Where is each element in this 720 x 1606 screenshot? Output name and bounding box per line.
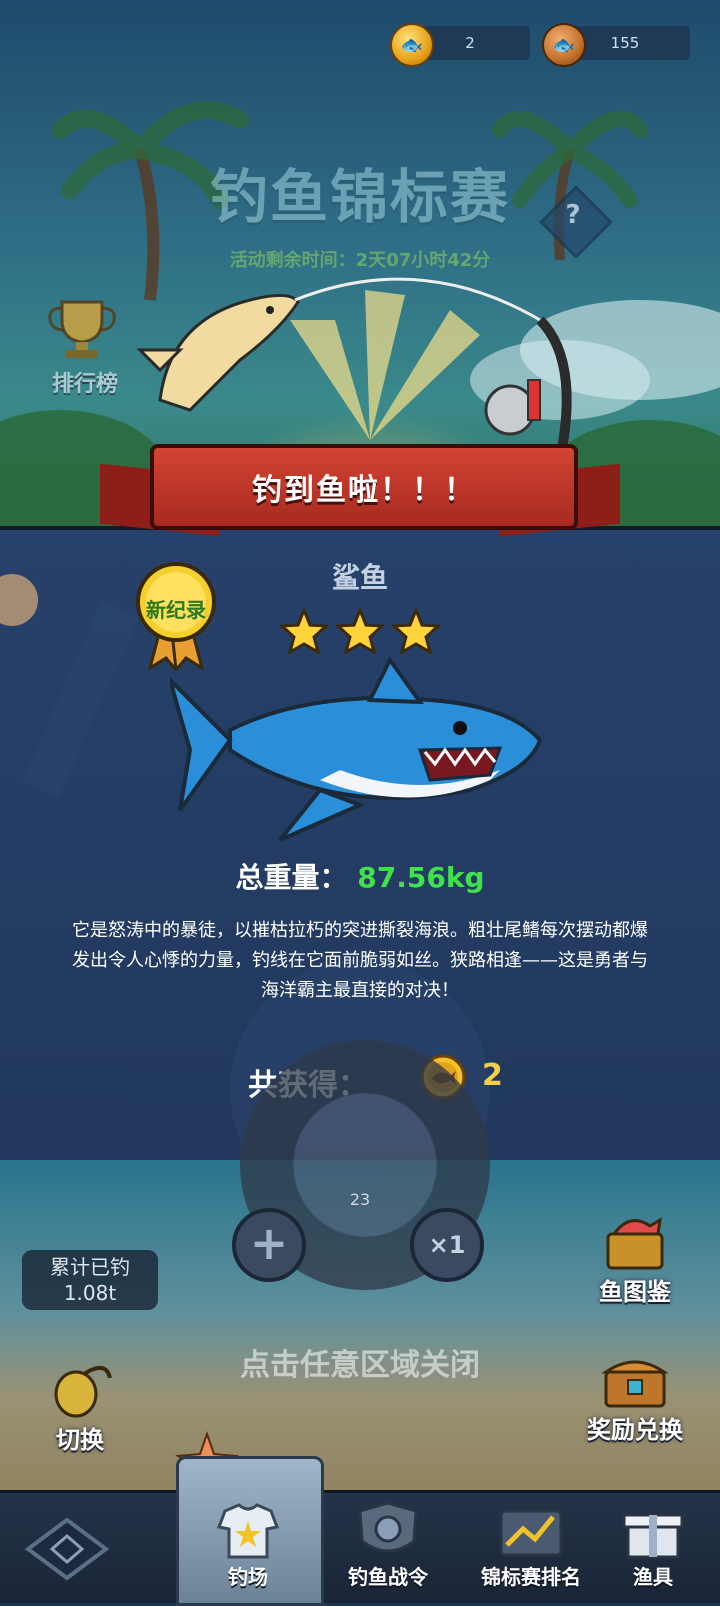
tab-gear[interactable]: 渔具	[586, 1490, 720, 1600]
help-icon: ?	[565, 200, 581, 230]
treasure-chest-icon[interactable]	[600, 1350, 670, 1410]
shark-illustration	[170, 656, 543, 842]
switch-label[interactable]: 切换	[30, 1420, 130, 1455]
battle-pass-icon	[358, 1501, 418, 1553]
plus-button[interactable]: +	[232, 1208, 306, 1282]
weight-label: 总重量：	[235, 861, 348, 894]
reel-count: 23	[349, 1190, 371, 1209]
tab-label: 锦标赛排名	[481, 1565, 581, 1589]
back-icon[interactable]	[22, 1514, 112, 1584]
trophy-icon[interactable]	[42, 296, 122, 360]
weight-value: 87.56kg	[357, 861, 485, 894]
multiplier-button[interactable]: ×1	[410, 1208, 484, 1282]
fish-guide-icon[interactable]	[600, 1212, 670, 1272]
fish-description: 它是怒涛中的暴徒，以摧枯拉朽的突进撕裂海浪。粗壮尾鳍每次摆动都爆发出令人心悸的力…	[72, 920, 648, 1001]
tab-label: 钓场	[228, 1565, 268, 1589]
fish-guide-label[interactable]: 鱼图鉴	[570, 1272, 700, 1307]
total-caught-box: 累计已钓 1.08t	[22, 1250, 158, 1310]
reward-value: 2	[482, 1058, 503, 1093]
tab-fishing-ground[interactable]: 钓场	[176, 1490, 320, 1600]
new-record-label: 新纪录	[146, 598, 206, 622]
total-caught-label: 累计已钓	[50, 1255, 130, 1279]
tab-battle-pass[interactable]: 钓鱼战令	[316, 1490, 460, 1600]
catch-banner: 钓到鱼啦！！！	[150, 444, 578, 530]
tab-label: 钓鱼战令	[348, 1565, 428, 1589]
ranking-chart-icon	[499, 1509, 563, 1557]
gold-coin-count: 2	[465, 34, 475, 52]
bronze-coin-count: 155	[610, 34, 640, 52]
bronze-coin-icon: 🐟	[542, 23, 586, 67]
total-caught-value: 1.08t	[63, 1281, 117, 1305]
fishing-reel-icon[interactable]	[44, 1360, 114, 1420]
fish-name: 鲨鱼	[331, 561, 388, 594]
gift-box-icon	[622, 1513, 684, 1559]
reward-exchange-label[interactable]: 奖励兑换	[560, 1410, 710, 1445]
catch-banner-text: 钓到鱼啦！！！	[252, 473, 476, 508]
gold-coin-icon: 🐟	[390, 23, 434, 67]
weight-row: 总重量： 87.56kg	[0, 856, 720, 896]
tab-label: 渔具	[633, 1565, 673, 1589]
shirt-icon	[216, 1503, 280, 1559]
